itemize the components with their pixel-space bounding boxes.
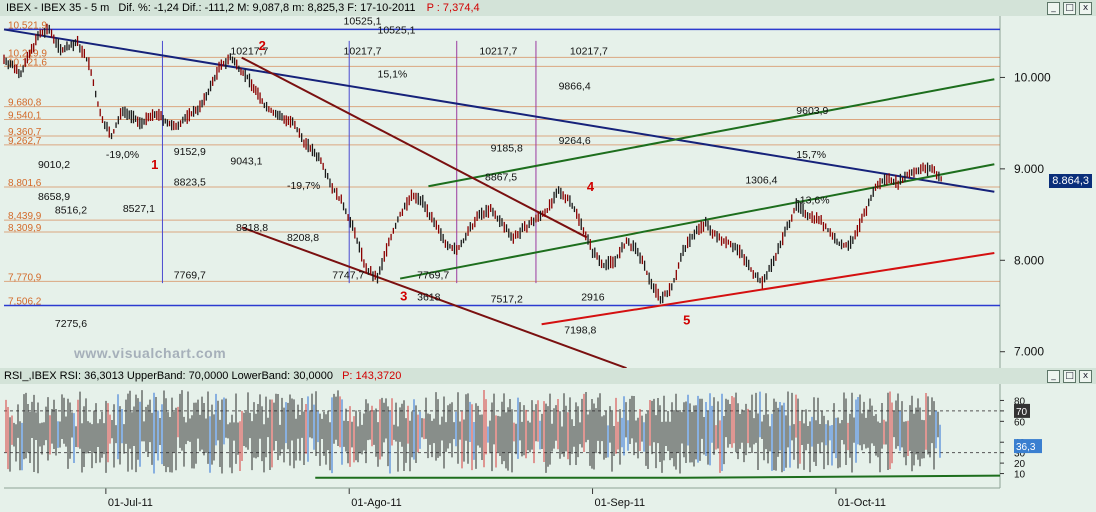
x-tick-label: 01-Sep-11 — [595, 497, 646, 509]
close-button[interactable]: x — [1079, 2, 1092, 15]
wave-label: 4 — [587, 179, 595, 194]
level-label: 9,680,8 — [8, 98, 42, 109]
rsi-tick-label: 10 — [1014, 470, 1026, 481]
x-tick-label: 01-Jul-11 — [108, 497, 153, 509]
wave-label: 5 — [683, 312, 690, 327]
rsi-current-value: 36,3 — [1016, 442, 1036, 453]
rsi-minimize-button[interactable]: _ — [1047, 370, 1060, 383]
rsi-tick-label: 60 — [1014, 417, 1026, 428]
level-label: 8,801,6 — [8, 178, 42, 189]
level-label: 9,262,7 — [8, 136, 42, 147]
price-annotation: -19,0% — [106, 149, 139, 161]
price-annotation: 7747,7 — [332, 270, 364, 282]
price-chart[interactable]: 10.0009.0008.0007.00010,521,910,219,910,… — [0, 16, 1096, 372]
price-annotation: 8318,8 — [236, 222, 268, 234]
price-annotation: 9264,6 — [559, 135, 591, 147]
price-annotation: 8527,1 — [123, 203, 155, 215]
price-annotation: -13,6% — [796, 195, 829, 207]
price-annotation: 15,1% — [378, 68, 408, 80]
price-annotation: -19,7% — [287, 180, 320, 192]
rsi-close-button[interactable]: x — [1079, 370, 1092, 383]
x-tick-label: 01-Ago-11 — [351, 497, 402, 509]
price-annotation: 8823,5 — [174, 176, 206, 188]
price-annotation: 9185,8 — [491, 142, 523, 154]
chart-window: IBEX - IBEX 35 - 5 m Dif. %: -1,24 Dif.:… — [0, 0, 1096, 512]
price-annotation: 7769,7 — [174, 270, 206, 282]
rsi-maximize-button[interactable]: □ — [1063, 370, 1076, 383]
minimize-button[interactable]: _ — [1047, 2, 1060, 15]
price-annotation: 9043,1 — [230, 155, 262, 167]
y-tick-label: 7.000 — [1014, 345, 1044, 359]
symbol-label: IBEX - IBEX 35 - 5 m — [6, 2, 110, 14]
price-annotation: 10525,1 — [344, 16, 382, 27]
wave-label: 1 — [151, 157, 158, 172]
level-label: 9,540,1 — [8, 110, 42, 121]
y-tick-label: 9.000 — [1014, 162, 1044, 176]
level-label: 7,770,9 — [8, 272, 42, 283]
y-tick-label: 8.000 — [1014, 253, 1044, 267]
rsi-label: RSI_,IBEX RSI: 36,3013 UpperBand: 70,000… — [4, 370, 334, 382]
rsi-tick-label: 20 — [1014, 459, 1026, 470]
price-annotation: 9603,9 — [796, 105, 828, 117]
rsi-p-value: P: 143,3720 — [342, 370, 402, 382]
price-annotation: 10217,7 — [479, 46, 517, 58]
level-label: 8,309,9 — [8, 223, 42, 234]
price-annotation: 3618 — [417, 292, 441, 304]
price-plot-background — [0, 16, 1096, 372]
price-annotation: 7275,6 — [55, 318, 87, 330]
price-annotation: 9010,2 — [38, 159, 70, 171]
maximize-button[interactable]: □ — [1063, 2, 1076, 15]
rsi-panel-header: RSI_,IBEX RSI: 36,3013 UpperBand: 70,000… — [0, 368, 1096, 385]
price-annotation: 7769,7 — [417, 270, 449, 282]
y-tick-label: 10.000 — [1014, 70, 1051, 84]
price-annotation: 1306,4 — [745, 174, 777, 186]
wave-label: 3 — [400, 289, 407, 304]
rsi-window-controls: _ □ x — [1047, 370, 1092, 383]
price-annotation: 9866,4 — [559, 80, 591, 92]
rsi-chart[interactable]: 807060403020107036,301-Jul-1101-Ago-1101… — [0, 384, 1096, 512]
p-value: P : 7,374,4 — [426, 2, 480, 14]
rsi-upper-value: 70 — [1016, 407, 1028, 418]
price-annotation: 10217,7 — [570, 46, 608, 58]
window-controls: _ □ x — [1047, 2, 1092, 15]
price-annotation: 8208,8 — [287, 232, 319, 244]
price-annotation: 2916 — [581, 292, 605, 304]
stats-label: Dif. %: -1,24 Dif.: -111,2 M: 9,087,8 m:… — [118, 2, 416, 14]
price-annotation: 8867,5 — [485, 172, 517, 184]
price-annotation: 10217,7 — [344, 46, 382, 58]
price-annotation: 9152,9 — [174, 146, 206, 158]
price-annotation: 8658,9 — [38, 191, 70, 203]
current-price-box: 8.864,3 — [1049, 174, 1092, 189]
wave-label: 2 — [259, 38, 266, 53]
price-panel-header: IBEX - IBEX 35 - 5 m Dif. %: -1,24 Dif.:… — [0, 0, 1096, 17]
price-annotation: 8516,2 — [55, 205, 87, 217]
watermark: www.visualchart.com — [74, 345, 227, 361]
level-label: 8,439,9 — [8, 211, 42, 222]
price-annotation: 7198,8 — [564, 324, 596, 336]
price-annotation: 15,7% — [796, 149, 826, 161]
price-annotation: 7517,2 — [491, 293, 523, 305]
x-tick-label: 01-Oct-11 — [838, 497, 886, 509]
price-annotation: 10525,1 — [378, 25, 416, 37]
